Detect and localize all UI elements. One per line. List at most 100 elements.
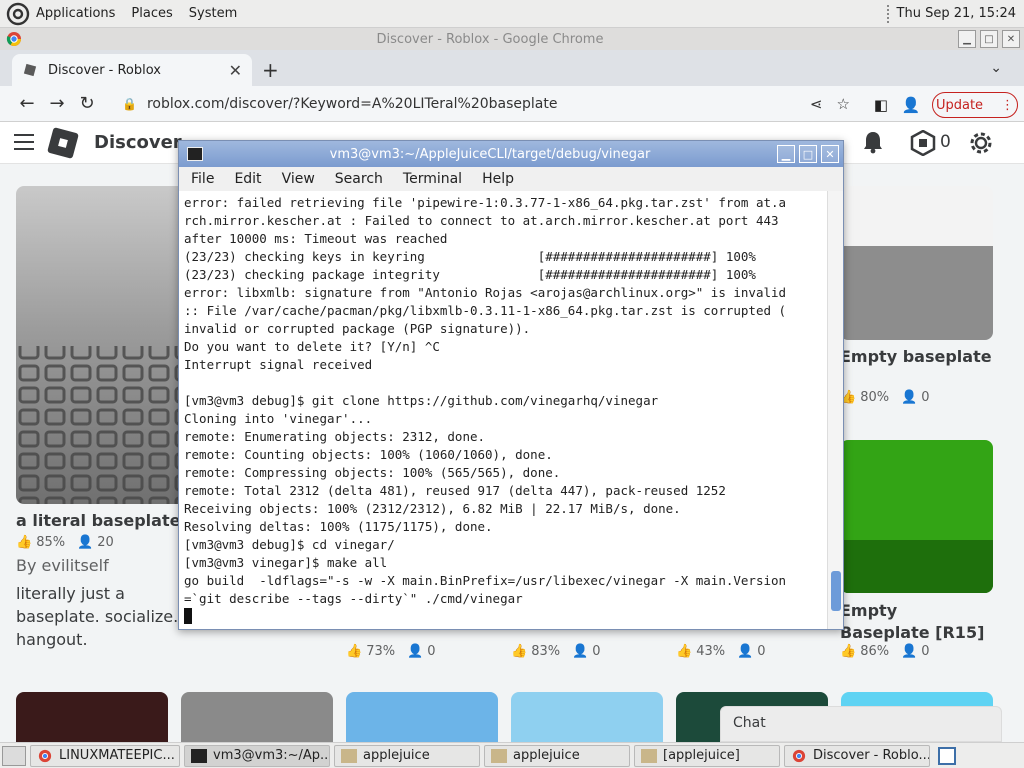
header-title[interactable]: Discover	[94, 132, 182, 153]
tab-strip: Discover - Roblox ✕ + ⌄	[0, 50, 1024, 86]
like-ratio: 86%	[860, 644, 890, 659]
chat-bar[interactable]: Chat	[720, 706, 1002, 742]
back-icon[interactable]: ←	[12, 93, 42, 114]
card-title[interactable]: a literal baseplate.	[16, 511, 187, 530]
card-stats: 👍 85% 👤 20	[16, 535, 114, 550]
card-stats: 👍 80% 👤 0	[840, 390, 930, 405]
chrome-icon	[792, 749, 806, 762]
terminal-line: remote: Compressing objects: 100% (565/5…	[184, 465, 561, 480]
share-icon[interactable]: ⋖	[810, 95, 823, 113]
game-thumbnail-literal-baseplate[interactable]	[16, 186, 186, 504]
game-thumbnail[interactable]	[16, 692, 168, 742]
taskbar-item[interactable]: Discover - Roblo...	[784, 744, 930, 767]
update-label: Update	[935, 97, 984, 113]
chrome-titlebar: Discover - Roblox - Google Chrome ▁ □ ✕	[0, 28, 1024, 50]
menu-edit[interactable]: Edit	[234, 171, 261, 187]
terminal-maximize-button[interactable]: □	[799, 145, 817, 163]
bottom-panel: LINUXMATEEPIC... vm3@vm3:~/Ap... appleju…	[0, 742, 1024, 768]
empty-baseplate-thumbnail	[840, 186, 993, 340]
terminal-output[interactable]: error: failed retrieving file 'pipewire-…	[179, 191, 827, 629]
menu-view[interactable]: View	[282, 171, 315, 187]
menu-help[interactable]: Help	[482, 171, 514, 187]
card-title[interactable]: Empty baseplate	[840, 347, 992, 366]
game-thumbnail[interactable]	[181, 692, 333, 742]
player-count: 0	[921, 390, 930, 405]
game-thumbnail-empty-baseplate[interactable]	[840, 186, 993, 340]
taskbar-item-label: applejuice	[513, 748, 580, 763]
players-icon: 👤	[407, 644, 424, 659]
forward-icon[interactable]: →	[42, 93, 72, 114]
notifications-bell-icon[interactable]	[862, 130, 884, 154]
thumbs-up-icon: 👍	[346, 644, 363, 659]
menu-file[interactable]: File	[191, 171, 214, 187]
terminal-close-button[interactable]: ✕	[821, 145, 839, 163]
new-tab-icon[interactable]: +	[262, 58, 279, 82]
like-ratio: 83%	[531, 644, 561, 659]
close-button[interactable]: ✕	[1002, 30, 1020, 48]
bookmark-star-icon[interactable]: ☆	[837, 95, 850, 113]
taskbar-item[interactable]: applejuice	[484, 744, 630, 767]
workspace-switcher-icon[interactable]	[938, 746, 956, 765]
terminal-line: Interrupt signal received	[184, 357, 373, 372]
like-ratio: 73%	[366, 644, 396, 659]
distro-logo-icon[interactable]	[6, 2, 30, 26]
terminal-window: vm3@vm3:~/AppleJuiceCLI/target/debug/vin…	[178, 140, 844, 630]
terminal-line: go build -ldflags="-s -w -X main.BinPref…	[184, 573, 787, 588]
reload-icon[interactable]: ↻	[72, 93, 102, 114]
profile-icon[interactable]: 👤	[896, 96, 926, 114]
taskbar-item-label: Discover - Roblo...	[813, 748, 930, 763]
card-stats: 👍 73% 👤 0	[346, 644, 436, 659]
folder-icon	[341, 748, 357, 763]
terminal-line: rch.mirror.kescher.at : Failed to connec…	[184, 213, 779, 228]
tab-close-icon[interactable]: ✕	[229, 61, 242, 80]
tab-search-icon[interactable]: ⌄	[990, 60, 1002, 76]
taskbar-item[interactable]: applejuice	[334, 744, 480, 767]
settings-gear-icon[interactable]	[968, 130, 994, 156]
clock[interactable]: Thu Sep 21, 15:24	[897, 6, 1016, 21]
tab-discover-roblox[interactable]: Discover - Roblox ✕	[12, 54, 252, 86]
thumbs-up-icon: 👍	[676, 644, 693, 659]
lock-icon[interactable]: 🔒	[122, 97, 137, 111]
thumbs-up-icon: 👍	[840, 644, 857, 659]
menu-terminal[interactable]: Terminal	[403, 171, 462, 187]
update-button[interactable]: Update ⋮	[932, 92, 1018, 118]
card-stats: 👍 43% 👤 0	[676, 644, 766, 659]
maximize-button[interactable]: □	[980, 30, 998, 48]
places-menu[interactable]: Places	[131, 6, 172, 21]
game-thumbnail-empty-baseplate-r15[interactable]	[840, 440, 993, 593]
chat-label: Chat	[733, 715, 766, 731]
like-ratio: 85%	[36, 535, 66, 550]
roblox-logo-icon[interactable]	[47, 127, 79, 159]
card-description: literally just a baseplate. socialize. h…	[16, 584, 179, 649]
hamburger-menu-icon[interactable]	[14, 134, 34, 150]
side-panel-icon[interactable]: ◧	[866, 96, 896, 114]
minimize-button[interactable]: ▁	[958, 30, 976, 48]
applications-menu[interactable]: Applications	[36, 6, 115, 21]
robux-icon[interactable]	[910, 130, 936, 156]
player-count: 20	[97, 535, 114, 550]
url-text[interactable]: roblox.com/discover/?Keyword=A%20LITeral…	[147, 96, 796, 112]
terminal-line: (23/23) checking keys in keyring [######…	[184, 249, 756, 264]
taskbar-item[interactable]: vm3@vm3:~/Ap...	[184, 744, 330, 767]
taskbar-item[interactable]: [applejuice]	[634, 744, 780, 767]
terminal-titlebar[interactable]: vm3@vm3:~/AppleJuiceCLI/target/debug/vin…	[179, 141, 843, 167]
menu-search[interactable]: Search	[335, 171, 383, 187]
taskbar-item-label: applejuice	[363, 748, 430, 763]
address-bar[interactable]: 🔒 roblox.com/discover/?Keyword=A%20LITer…	[114, 90, 856, 118]
terminal-minimize-button[interactable]: ▁	[777, 145, 795, 163]
game-thumbnail[interactable]	[511, 692, 663, 742]
scrollbar-thumb[interactable]	[831, 571, 841, 611]
game-thumbnail[interactable]	[346, 692, 498, 742]
card-title[interactable]: Empty Baseplate [R15]	[840, 600, 990, 644]
taskbar-item-label: vm3@vm3:~/Ap...	[213, 748, 330, 763]
players-icon: 👤	[572, 644, 589, 659]
taskbar-item[interactable]: LINUXMATEEPIC...	[30, 744, 180, 767]
tab-title: Discover - Roblox	[48, 62, 162, 78]
terminal-line: [vm3@vm3 debug]$ cd vinegar/	[184, 537, 395, 552]
card-stats: 👍 83% 👤 0	[511, 644, 601, 659]
creator-label[interactable]: By evilitself	[16, 556, 109, 575]
system-menu[interactable]: System	[189, 6, 237, 21]
players-icon: 👤	[901, 644, 918, 659]
show-desktop-icon[interactable]	[2, 745, 26, 766]
terminal-scrollbar[interactable]	[827, 191, 843, 629]
